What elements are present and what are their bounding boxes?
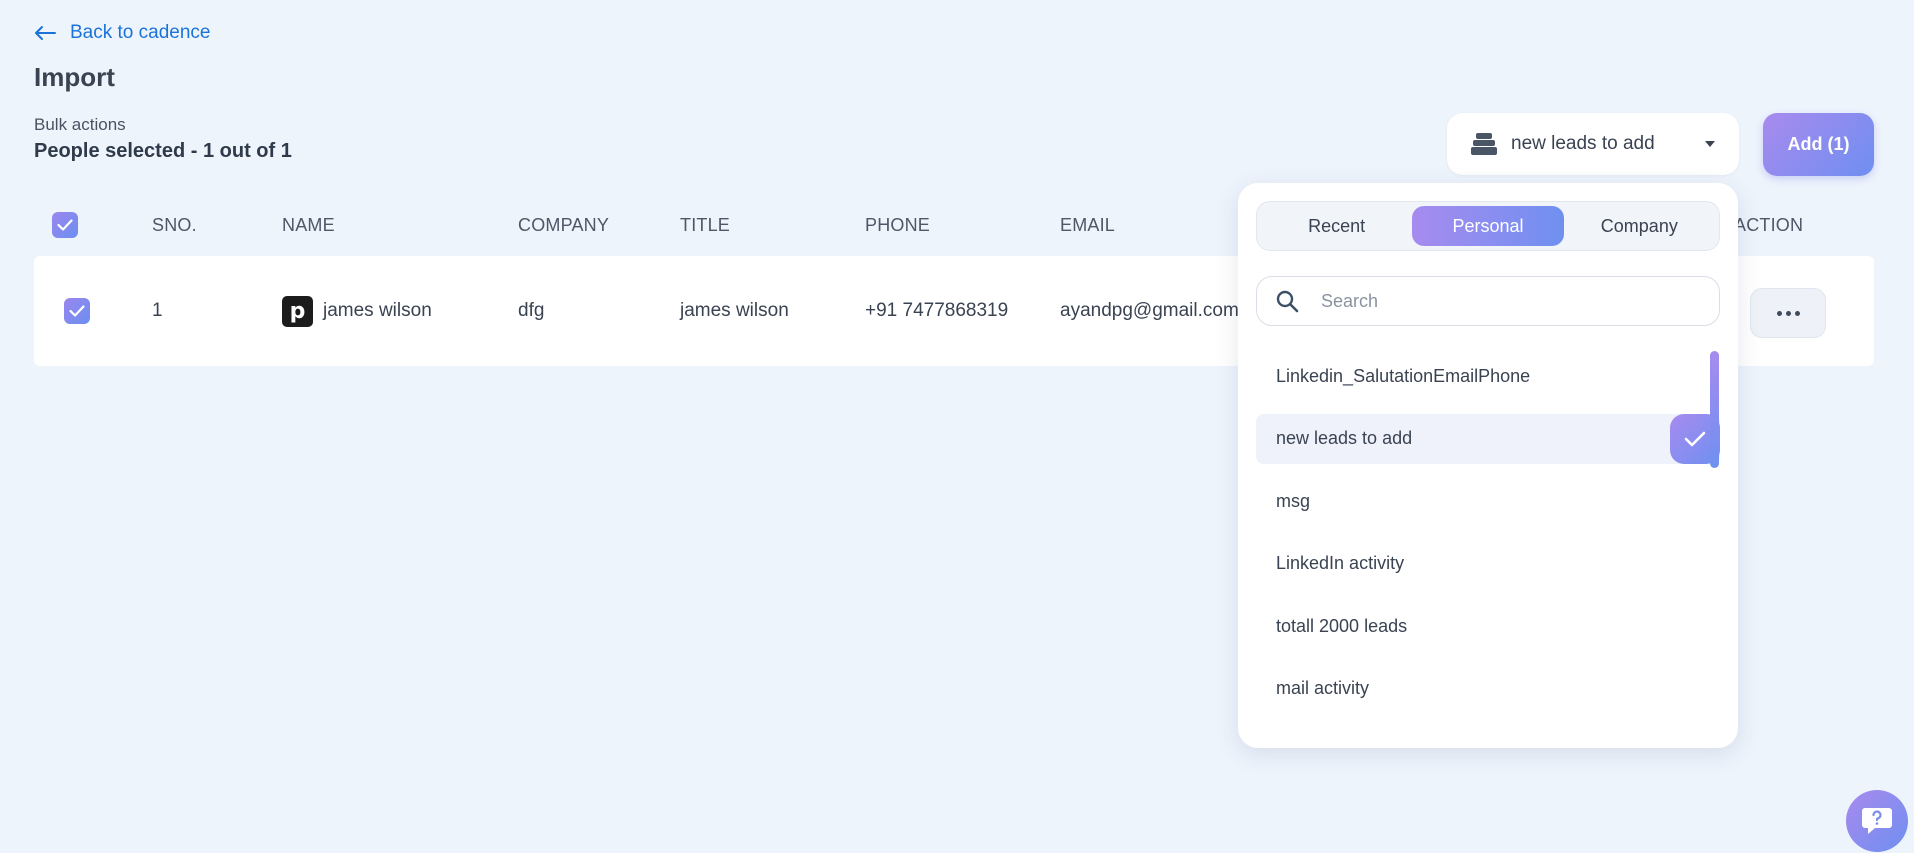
list-options: Linkedin_SalutationEmailPhone new leads … xyxy=(1256,351,1720,726)
people-selected-count: People selected - 1 out of 1 xyxy=(34,140,292,162)
dot-icon xyxy=(1794,310,1800,316)
column-header-email: EMAIL xyxy=(1060,214,1116,235)
back-to-cadence-link[interactable]: Back to cadence xyxy=(34,22,210,44)
row-more-actions-button[interactable] xyxy=(1750,288,1826,338)
list-stack-icon xyxy=(1471,133,1497,155)
list-dropdown: Recent Personal Company Linkedin_Salutat… xyxy=(1238,183,1738,748)
page-title: Import xyxy=(34,62,115,92)
list-item[interactable]: msg xyxy=(1256,476,1720,526)
row-name[interactable]: james wilson xyxy=(323,300,432,322)
arrow-left-icon xyxy=(35,26,56,40)
column-header-name: NAME xyxy=(282,214,335,235)
check-icon xyxy=(69,305,85,317)
list-item-selected[interactable]: new leads to add xyxy=(1256,413,1720,464)
list-item-label: Linkedin_SalutationEmailPhone xyxy=(1276,365,1531,386)
column-header-company: COMPANY xyxy=(518,214,610,235)
tab-personal[interactable]: Personal xyxy=(1412,206,1564,246)
list-tabs: Recent Personal Company xyxy=(1256,201,1720,251)
import-page: Back to cadence Import Bulk actions Peop… xyxy=(0,0,1914,853)
tab-recent[interactable]: Recent xyxy=(1261,206,1412,246)
list-item-label: LinkedIn activity xyxy=(1276,553,1405,573)
row-checkbox[interactable] xyxy=(64,298,90,324)
select-all-checkbox[interactable] xyxy=(52,212,78,238)
pipedrive-logo-icon: p xyxy=(282,295,313,327)
list-item[interactable]: LinkedIn activity xyxy=(1256,539,1720,589)
dropdown-scrollbar[interactable] xyxy=(1710,351,1719,468)
column-header-title: TITLE xyxy=(680,214,731,235)
list-item[interactable]: mail activity xyxy=(1256,664,1720,714)
list-selector[interactable]: new leads to add xyxy=(1447,113,1739,175)
list-search-box xyxy=(1256,276,1720,326)
row-sno: 1 xyxy=(152,300,163,321)
list-selector-value: new leads to add xyxy=(1511,133,1655,154)
list-item[interactable]: Linkedin_SalutationEmailPhone xyxy=(1256,351,1720,401)
list-item-label: msg xyxy=(1276,490,1311,511)
column-header-sno: SNO. xyxy=(152,214,197,235)
select-all-cell xyxy=(52,200,78,250)
column-header-action: ACTION xyxy=(1734,214,1804,235)
list-item-label: mail activity xyxy=(1276,678,1370,698)
row-name-cell: p james wilson xyxy=(282,256,432,366)
list-item-label: new leads to add xyxy=(1276,428,1413,448)
search-icon xyxy=(1276,290,1299,313)
bulk-actions-label: Bulk actions xyxy=(34,115,126,134)
row-email: ayandpg@gmail.com xyxy=(1060,300,1239,321)
search-input[interactable] xyxy=(1321,290,1701,312)
list-item-label: totall 2000 leads xyxy=(1276,615,1408,636)
row-phone: +91 7477868319 xyxy=(865,300,1009,321)
list-item[interactable]: totall 2000 leads xyxy=(1256,601,1720,651)
help-chat-button[interactable] xyxy=(1846,790,1908,852)
check-icon xyxy=(1684,431,1706,446)
dot-icon xyxy=(1785,310,1791,316)
row-title: james wilson xyxy=(680,300,789,321)
row-company: dfg xyxy=(518,300,545,321)
back-link-label: Back to cadence xyxy=(70,22,211,43)
tab-company[interactable]: Company xyxy=(1564,206,1715,246)
add-button[interactable]: Add (1) xyxy=(1763,113,1874,176)
check-icon xyxy=(57,219,73,231)
help-chat-icon xyxy=(1862,808,1892,834)
caret-down-icon xyxy=(1705,141,1715,147)
column-header-phone: PHONE xyxy=(865,214,931,235)
dot-icon xyxy=(1776,310,1782,316)
